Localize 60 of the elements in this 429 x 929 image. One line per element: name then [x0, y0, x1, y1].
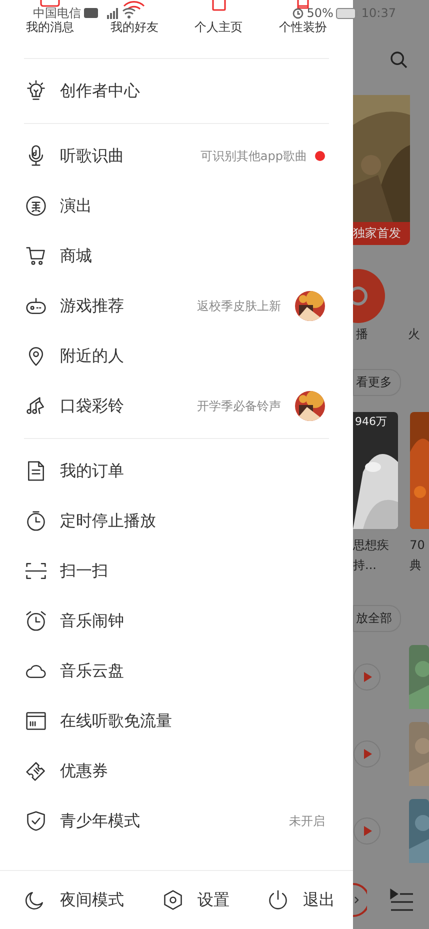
arc-icon: [122, 0, 146, 11]
menu-item[interactable]: 游戏推荐 返校季皮肤上新: [0, 281, 353, 331]
play-icon[interactable]: [353, 817, 381, 845]
carrier-name: 中国电信: [33, 6, 81, 20]
shortcut-button[interactable]: 个性装扮: [278, 20, 327, 34]
playlist-title: 思想疾 持...: [353, 537, 390, 574]
ticket-icon: [25, 195, 47, 217]
lightbulb-icon: [25, 80, 47, 102]
footer-button[interactable]: 夜间模式: [24, 889, 124, 911]
menu-item[interactable]: 优惠券: [0, 746, 353, 796]
menu-item[interactable]: 青少年模式 未开启: [0, 796, 353, 846]
settings-icon: [162, 889, 184, 911]
menu-item[interactable]: 附近的人: [0, 331, 353, 381]
playlist-icon[interactable]: [389, 888, 415, 912]
menu-item[interactable]: 在线听歌免流量: [0, 696, 353, 746]
alarm-icon: [292, 7, 304, 19]
hint-text: 返校季皮肤上新: [197, 298, 281, 314]
menu-item[interactable]: 口袋彩铃 开学季必备铃声: [0, 381, 353, 431]
footer-button[interactable]: 退出: [267, 889, 335, 911]
cart-icon: [25, 245, 47, 267]
category-label: 播: [356, 326, 368, 343]
see-more-button[interactable]: 看更多: [353, 369, 401, 396]
shortcut-button[interactable]: 我的好友: [110, 20, 158, 34]
menu-item[interactable]: 扫一扫: [0, 546, 353, 596]
hint-text: 可识别其他app歌曲: [200, 148, 307, 164]
hint-text: 开学季必备铃声: [197, 398, 281, 414]
play-ring-icon[interactable]: [353, 883, 367, 917]
search-icon[interactable]: [389, 50, 409, 70]
timer-icon: [25, 510, 47, 532]
gamepad-icon: [25, 295, 47, 317]
footer-button[interactable]: 设置: [162, 889, 230, 911]
menu-item[interactable]: 定时停止播放: [0, 496, 353, 546]
menu-item[interactable]: 我的订单: [0, 446, 353, 496]
shortcut-button[interactable]: 我的消息: [26, 20, 74, 34]
menu-item[interactable]: 创作者中心: [0, 66, 353, 116]
category-label: 火: [408, 326, 420, 343]
play-icon[interactable]: [353, 663, 381, 691]
hint-text: 未开启: [289, 812, 325, 830]
wifi-icon: [122, 7, 136, 19]
power-icon: [267, 889, 289, 911]
shortcut-button[interactable]: 个人主页: [194, 20, 243, 34]
battery-percent: 50%: [306, 6, 334, 20]
play-count: 946万: [355, 414, 387, 429]
alarm-clock-icon: [25, 610, 47, 632]
sim-card-icon: [25, 710, 47, 732]
shield-icon: [25, 810, 47, 832]
play-icon[interactable]: [353, 740, 381, 768]
scan-icon: [25, 560, 47, 582]
menu-item[interactable]: 音乐闹钟: [0, 596, 353, 646]
banner-tag: 独家首发: [353, 222, 410, 245]
moon-icon: [24, 889, 46, 911]
play-all-button[interactable]: 放全部: [353, 605, 401, 632]
document-icon: [25, 460, 47, 482]
menu-item[interactable]: 演出: [0, 181, 353, 231]
menu-item[interactable]: 音乐云盘: [0, 646, 353, 696]
music-note-icon: [25, 395, 47, 417]
menu-item[interactable]: 商城: [0, 231, 353, 281]
playlist-title: 70 典: [410, 537, 426, 574]
menu-item[interactable]: 听歌识曲 可识别其他app歌曲: [0, 131, 353, 181]
coupon-icon: [25, 760, 47, 782]
